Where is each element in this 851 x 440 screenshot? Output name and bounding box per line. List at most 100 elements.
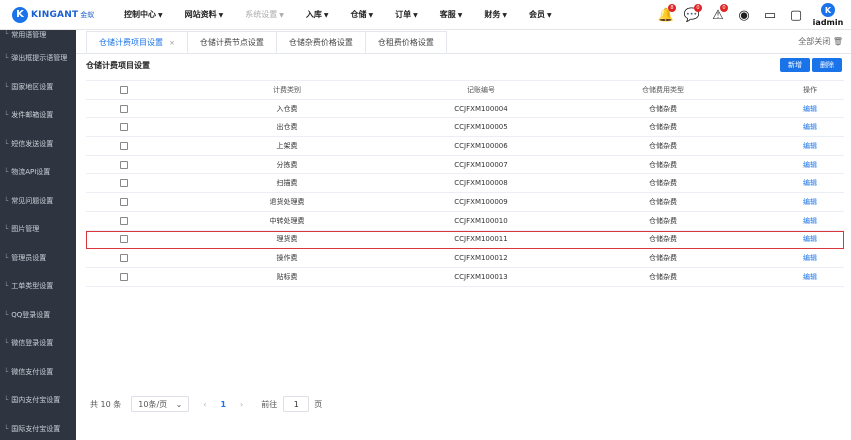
menu-item[interactable]: 入库 ▼	[306, 9, 329, 20]
dash-icon: └	[4, 310, 9, 319]
select-all-checkbox[interactable]	[120, 85, 128, 94]
cell-category: 仓储杂费	[649, 197, 677, 206]
cell-category: 仓储杂费	[649, 160, 677, 169]
message-icon[interactable]: 💬 0	[681, 4, 703, 26]
cell-type: 分拣费	[276, 160, 298, 169]
menu-item[interactable]: 网站资料 ▼	[185, 9, 224, 20]
row-checkbox[interactable]	[120, 254, 128, 263]
row-checkbox[interactable]	[120, 272, 128, 281]
sidebar-item-label: 国家地区设置	[11, 82, 54, 91]
menu-item[interactable]: 订单 ▼	[395, 9, 418, 20]
row-checkbox[interactable]	[120, 123, 128, 132]
header-type: 计费类别	[273, 85, 301, 94]
alert-icon[interactable]: ⚠ 0	[707, 4, 729, 26]
main-content: 仓储计费项目设置 × 仓储计费节点设置 仓储杂费价格设置 仓租费价格设置 全部关闭 🗑 …	[76, 30, 851, 440]
table-row: 理货费 CCJFXM100011 仓储杂费 编辑	[86, 230, 844, 250]
sidebar-item[interactable]: └ 国际支付宝设置	[0, 415, 76, 440]
sidebar-item[interactable]: └ 图片管理	[0, 215, 76, 244]
menu-item[interactable]: 财务 ▼	[484, 9, 507, 20]
menu-item[interactable]: 控制中心 ▼	[124, 9, 163, 20]
sidebar-item[interactable]: └ 微信支付设置	[0, 358, 76, 387]
checkbox-cell	[86, 141, 162, 150]
header-category: 仓储费用类型	[642, 85, 684, 94]
goto-page-input[interactable]: 1	[283, 396, 310, 412]
cell-type: 中转处理费	[269, 216, 305, 225]
header-op: 操作	[803, 85, 817, 94]
chat-icon[interactable]: ▢	[785, 4, 807, 26]
sidebar-item[interactable]: └ QQ登录设置	[0, 301, 76, 330]
edit-link[interactable]: 编辑	[776, 122, 844, 132]
chevron-down-icon: ▼	[279, 12, 284, 19]
sidebar-item[interactable]: └ 微信登录设置	[0, 329, 76, 358]
cell-code: CCJFXM100012	[454, 254, 508, 263]
sidebar: └ 常用语管理 └ 弹出框提示语管理 └ 国家地区设置 └ 发件邮箱设置 └ 短信发送设置 └ 物流A…	[0, 30, 76, 440]
sidebar-item[interactable]: └ 管理员设置	[0, 244, 76, 273]
menu-item[interactable]: 会员 ▼	[529, 9, 552, 20]
edit-link[interactable]: 编辑	[776, 141, 844, 151]
row-checkbox[interactable]	[120, 141, 128, 150]
dash-icon: └	[4, 111, 9, 120]
sidebar-item[interactable]: └ 短信发送设置	[0, 130, 76, 159]
row-checkbox[interactable]	[120, 160, 128, 169]
close-all-tabs[interactable]: 全部关闭 🗑	[798, 36, 843, 47]
row-checkbox[interactable]	[120, 197, 128, 206]
delete-button[interactable]: 删除	[812, 58, 842, 72]
sidebar-item[interactable]: └ 常用语管理	[0, 30, 76, 44]
edit-link[interactable]: 编辑	[776, 253, 844, 263]
brand-logo[interactable]: K KINGANT 金蚁	[12, 6, 110, 23]
sidebar-item[interactable]: └ 物流API设置	[0, 158, 76, 187]
close-icon[interactable]: ×	[169, 39, 175, 47]
avatar: K	[821, 3, 835, 17]
edit-link[interactable]: 编辑	[776, 104, 844, 114]
row-checkbox[interactable]	[120, 179, 128, 188]
prev-page-icon[interactable]: ‹	[203, 400, 206, 409]
add-button[interactable]: 新增	[780, 58, 810, 72]
sidebar-item[interactable]: └ 国内支付宝设置	[0, 386, 76, 415]
menu-item-label: 财务	[484, 10, 501, 19]
sidebar-item[interactable]: └ 国家地区设置	[0, 73, 76, 102]
bell-icon[interactable]: 🔔 8	[655, 4, 677, 26]
sidebar-item[interactable]: └ 发件邮箱设置	[0, 101, 76, 130]
edit-link[interactable]: 编辑	[776, 272, 844, 282]
support-icon[interactable]: ◉	[733, 4, 755, 26]
menu-item[interactable]: 客服 ▼	[440, 9, 463, 20]
monitor-icon[interactable]: ▭	[759, 4, 781, 26]
cell-code: CCJFXM100008	[454, 179, 508, 188]
row-checkbox[interactable]	[120, 216, 128, 225]
menu-item-label: 入库	[305, 10, 322, 19]
user-menu[interactable]: K iadmin	[811, 3, 845, 27]
edit-link[interactable]: 编辑	[776, 197, 844, 207]
menu-item-label: 仓储	[350, 10, 367, 19]
close-all-label: 全部关闭	[798, 37, 831, 46]
table-row: 扫描费 CCJFXM100008 仓储杂费 编辑	[86, 174, 844, 194]
tab[interactable]: 仓储计费项目设置 ×	[86, 31, 188, 53]
sidebar-item[interactable]: └ 弹出框提示语管理	[0, 44, 76, 73]
row-checkbox[interactable]	[120, 104, 128, 113]
edit-link[interactable]: 编辑	[776, 234, 844, 244]
menu-item[interactable]: 仓储 ▼	[351, 9, 374, 20]
next-page-icon[interactable]: ›	[240, 400, 243, 409]
dash-icon: └	[4, 168, 9, 177]
sidebar-item[interactable]: └ 常见问题设置	[0, 187, 76, 216]
edit-link[interactable]: 编辑	[776, 160, 844, 170]
table-row: 贴标费 CCJFXM100013 仓储杂费 编辑	[86, 268, 844, 287]
sidebar-item[interactable]: └ 工单类型设置	[0, 272, 76, 301]
chevron-down-icon: ▼	[218, 12, 224, 19]
dash-icon: └	[4, 196, 9, 205]
tab[interactable]: 仓租费价格设置	[364, 31, 447, 53]
page-size-select[interactable]: 10条/页 ⌄	[131, 396, 190, 412]
menu-item[interactable]: 系统设置 ▼	[245, 9, 284, 20]
table-row: 操作费 CCJFXM100012 仓储杂费 编辑	[86, 249, 844, 268]
username: iadmin	[812, 18, 844, 27]
tab[interactable]: 仓储计费节点设置	[186, 31, 277, 53]
page-suffix: 页	[314, 399, 323, 409]
edit-link[interactable]: 编辑	[776, 178, 844, 188]
sidebar-item-label: 管理员设置	[11, 253, 47, 262]
row-checkbox[interactable]	[120, 235, 128, 244]
table-row: 上架费 CCJFXM100006 仓储杂费 编辑	[86, 137, 844, 156]
chevron-down-icon: ▼	[502, 12, 507, 19]
edit-link[interactable]: 编辑	[776, 216, 844, 226]
tab[interactable]: 仓储杂费价格设置	[275, 31, 366, 53]
dash-icon: └	[4, 282, 9, 291]
current-page[interactable]: 1	[220, 400, 226, 409]
